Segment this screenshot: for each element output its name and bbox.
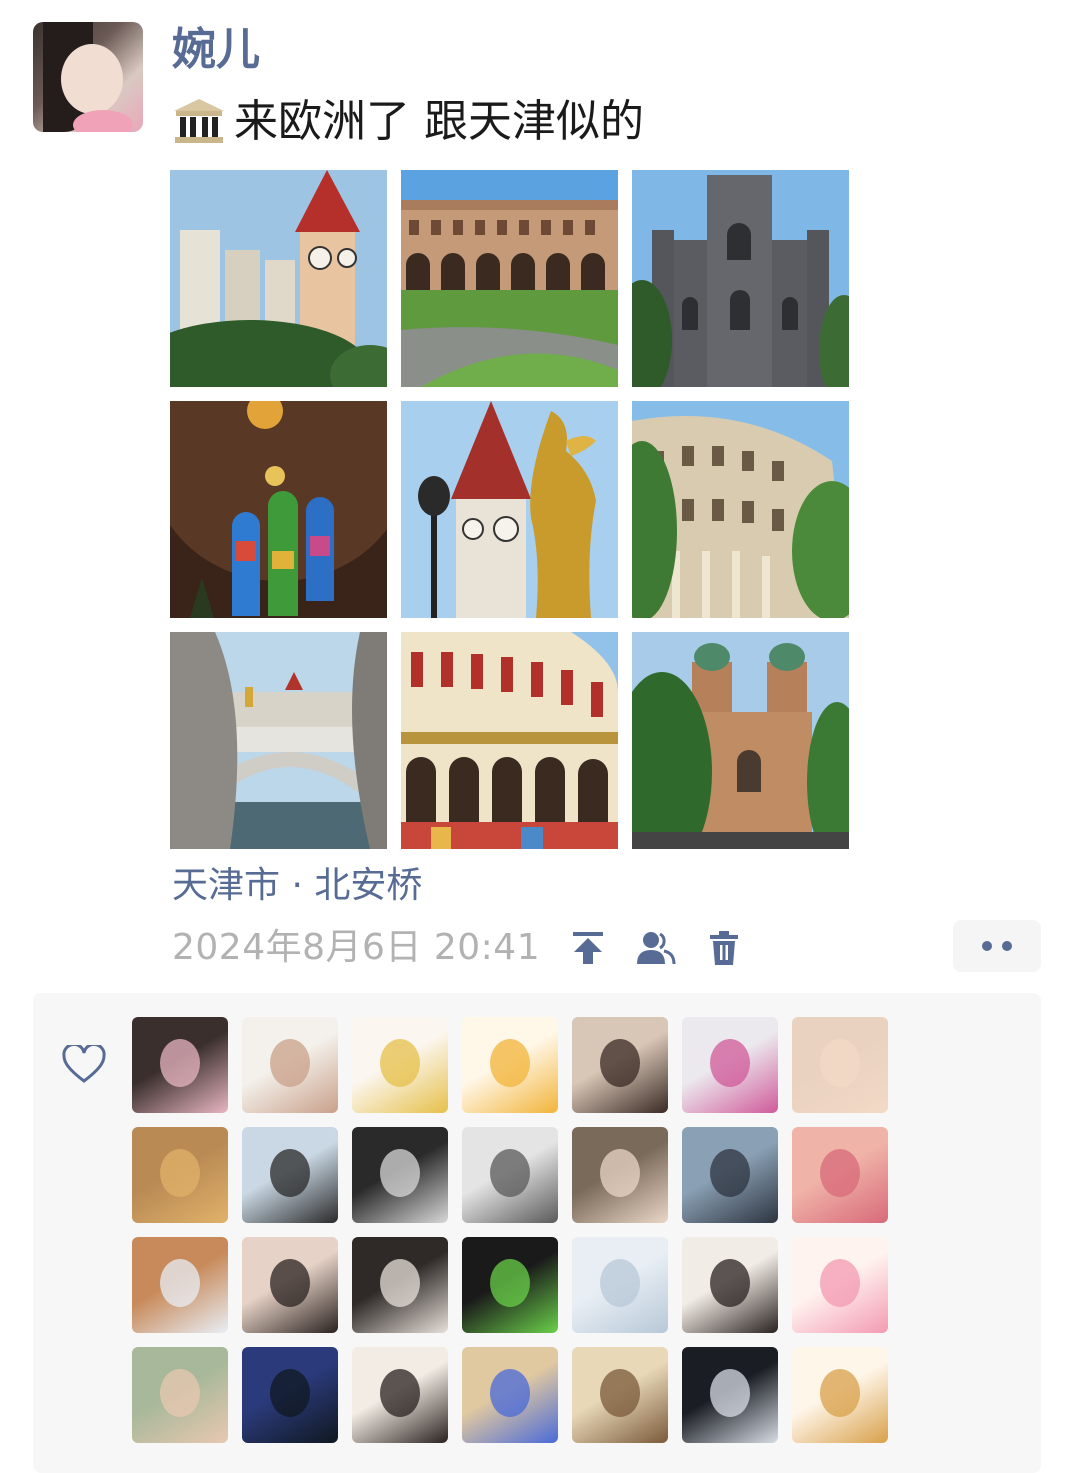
liker-avatar[interactable] (682, 1017, 778, 1113)
more-dots-icon (982, 941, 992, 951)
liker-avatar[interactable] (242, 1347, 338, 1443)
more-dots-button[interactable] (953, 920, 1041, 972)
liker-avatar[interactable] (242, 1017, 338, 1113)
liker-avatar[interactable] (242, 1127, 338, 1223)
liker-avatar[interactable] (352, 1127, 448, 1223)
colonnade-plaza-photo[interactable] (401, 170, 618, 387)
bridge-photo[interactable] (170, 632, 387, 849)
post-text-body: 来欧洲了 跟天津似的 (234, 96, 644, 147)
liker-avatar[interactable] (242, 1237, 338, 1333)
delete-icon[interactable] (704, 928, 744, 968)
gothic-church-photo[interactable] (632, 170, 849, 387)
cathedral-photo[interactable] (632, 632, 849, 849)
post-timestamp: 2024年8月6日 20:41 (172, 927, 541, 968)
visibility-friends-icon[interactable] (636, 928, 676, 968)
curved-building-photo[interactable] (632, 401, 849, 618)
liker-avatar[interactable] (132, 1347, 228, 1443)
heart-outline-icon (62, 1042, 106, 1085)
meta-row: 2024年8月6日 20:41 (172, 920, 744, 976)
liker-avatar[interactable] (572, 1347, 668, 1443)
liker-avatar[interactable] (792, 1347, 888, 1443)
arcade-building-photo[interactable] (401, 632, 618, 849)
liker-avatar[interactable] (462, 1347, 558, 1443)
liker-avatar[interactable] (462, 1127, 558, 1223)
liker-avatar[interactable] (792, 1017, 888, 1113)
liker-avatar[interactable] (462, 1017, 558, 1113)
pin-to-top-icon[interactable] (568, 928, 608, 968)
liker-avatar[interactable] (352, 1017, 448, 1113)
liker-avatar[interactable] (792, 1237, 888, 1333)
liker-avatar[interactable] (572, 1237, 668, 1333)
author-avatar[interactable] (33, 22, 143, 132)
liker-avatar[interactable] (132, 1237, 228, 1333)
classical-building-icon (172, 97, 226, 147)
clock-tower-photo[interactable] (170, 170, 387, 387)
liker-avatar[interactable] (572, 1127, 668, 1223)
photo-grid (170, 170, 850, 850)
liker-avatar[interactable] (352, 1347, 448, 1443)
liker-avatar[interactable] (462, 1237, 558, 1333)
liker-avatar[interactable] (132, 1127, 228, 1223)
golden-statue-photo[interactable] (401, 401, 618, 618)
liker-avatar[interactable] (792, 1127, 888, 1223)
liker-avatar[interactable] (572, 1017, 668, 1113)
liker-avatar[interactable] (352, 1237, 448, 1333)
liker-avatar[interactable] (132, 1017, 228, 1113)
liker-avatar[interactable] (682, 1237, 778, 1333)
stained-glass-photo[interactable] (170, 401, 387, 618)
liker-avatar[interactable] (682, 1127, 778, 1223)
post-text: 来欧洲了 跟天津似的 (172, 92, 644, 152)
location-link[interactable]: 天津市 · 北安桥 (172, 862, 422, 910)
liker-avatar[interactable] (682, 1347, 778, 1443)
author-name[interactable]: 婉儿 (172, 22, 260, 78)
